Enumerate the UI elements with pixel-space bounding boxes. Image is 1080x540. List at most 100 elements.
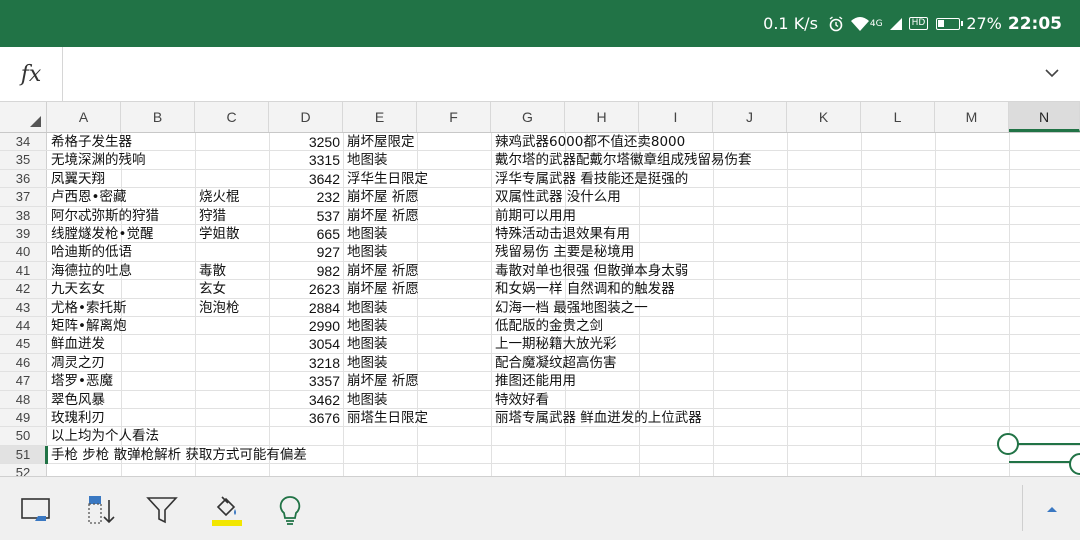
cell-d[interactable]: 3462 — [269, 391, 343, 408]
cell-d[interactable]: 982 — [269, 262, 343, 279]
column-header-m[interactable]: M — [935, 102, 1009, 132]
cell-c[interactable]: 狩猎 — [196, 207, 268, 224]
cell-g[interactable]: 浮华专属武器 看技能还是挺强的 — [492, 170, 932, 187]
column-header-g[interactable]: G — [491, 102, 565, 132]
cell-d[interactable]: 2990 — [269, 317, 343, 334]
cell-c[interactable] — [196, 391, 268, 408]
formula-input[interactable] — [70, 57, 1024, 93]
cell-g[interactable]: 特殊活动击退效果有用 — [492, 225, 932, 242]
cell-d[interactable]: 232 — [269, 188, 343, 205]
cell-c[interactable] — [196, 243, 268, 260]
row-header[interactable]: 36 — [0, 169, 47, 188]
cell-d[interactable]: 3218 — [269, 354, 343, 371]
column-header-k[interactable]: K — [787, 102, 861, 132]
cell-c[interactable]: 烧火棍 — [196, 188, 268, 205]
cell-d[interactable]: 3054 — [269, 335, 343, 352]
cell-g[interactable]: 上一期秘籍大放光彩 — [492, 335, 932, 352]
column-header-c[interactable]: C — [195, 102, 269, 132]
cell-e[interactable]: 地图装 — [344, 391, 490, 408]
cell-e[interactable]: 地图装 — [344, 243, 490, 260]
cell-d[interactable]: 665 — [269, 225, 343, 242]
cell-e[interactable]: 地图装 — [344, 317, 490, 334]
cell-c[interactable]: 学姐散 — [196, 225, 268, 242]
cell-e[interactable]: 地图装 — [344, 225, 490, 242]
cell-d[interactable]: 3315 — [269, 151, 343, 168]
column-header-l[interactable]: L — [861, 102, 935, 132]
cell-e[interactable]: 地图装 — [344, 299, 490, 316]
chevron-down-icon[interactable] — [1042, 63, 1062, 83]
row-header[interactable]: 38 — [0, 206, 47, 224]
cell-e[interactable]: 崩坏屋 祈愿 — [344, 372, 490, 389]
cell-g[interactable]: 配合魔凝纹超高伤害 — [492, 354, 932, 371]
cell-c[interactable] — [196, 372, 268, 389]
cell-g[interactable]: 双属性武器 没什么用 — [492, 188, 932, 205]
cell-d[interactable]: 2884 — [269, 299, 343, 316]
cell-g[interactable] — [492, 427, 932, 444]
cell-g[interactable] — [492, 464, 932, 476]
cell-c[interactable] — [196, 464, 268, 476]
row-header[interactable]: 43 — [0, 298, 47, 316]
column-header-d[interactable]: D — [269, 102, 343, 132]
cell-g[interactable]: 戴尔塔的武器配戴尔塔徽章组成残留易伤套 — [492, 151, 932, 168]
cell-g[interactable]: 特效好看 — [492, 391, 932, 408]
cell-d[interactable] — [269, 427, 343, 444]
fx-icon[interactable]: fx — [0, 47, 63, 101]
cell-c[interactable] — [196, 354, 268, 371]
column-header-a[interactable]: A — [47, 102, 121, 132]
cell-d[interactable]: 3250 — [269, 133, 343, 150]
cell-d[interactable]: 927 — [269, 243, 343, 260]
cell-g[interactable]: 推图还能用用 — [492, 372, 932, 389]
cell-c[interactable]: 毒散 — [196, 262, 268, 279]
cell-g[interactable]: 毒散对单也很强 但散弹本身太弱 — [492, 262, 932, 279]
cell-g[interactable]: 幻海一档 最强地图装之一 — [492, 299, 932, 316]
cell-g[interactable]: 辣鸡武器6000都不值还卖8000 — [492, 133, 932, 150]
cell-d[interactable] — [269, 464, 343, 476]
cell-c[interactable] — [196, 133, 268, 150]
cell-e[interactable]: 地图装 — [344, 354, 490, 371]
cell-g[interactable]: 丽塔专属武器 鲜血迸发的上位武器 — [492, 409, 932, 426]
cell-g[interactable]: 和女娲一样 自然调和的触发器 — [492, 280, 932, 297]
column-header-n[interactable]: N — [1009, 102, 1080, 132]
cell-c[interactable] — [196, 317, 268, 334]
cell-c[interactable]: 泡泡枪 — [196, 299, 268, 316]
keyboard-cell-icon[interactable] — [14, 491, 58, 529]
row-header[interactable]: 34 — [0, 133, 47, 151]
column-header-f[interactable]: F — [417, 102, 491, 132]
tell-me-lightbulb-icon[interactable] — [268, 491, 312, 529]
cell-e[interactable]: 丽塔生日限定 — [344, 409, 490, 426]
cell-c[interactable] — [196, 170, 268, 187]
cell-e[interactable]: 地图装 — [344, 151, 490, 168]
select-all-corner[interactable] — [0, 102, 47, 132]
cell-d[interactable]: 537 — [269, 207, 343, 224]
cell-e[interactable]: 崩坏屋 祈愿 — [344, 188, 490, 205]
cell-e[interactable] — [344, 446, 490, 463]
cell-g[interactable]: 前期可以用用 — [492, 207, 932, 224]
cell-c[interactable] — [196, 335, 268, 352]
cell-d[interactable]: 3357 — [269, 372, 343, 389]
cell-c[interactable]: 玄女 — [196, 280, 268, 297]
cell-c[interactable] — [196, 446, 268, 463]
column-header-e[interactable]: E — [343, 102, 417, 132]
cell-d[interactable]: 3676 — [269, 409, 343, 426]
cell-e[interactable] — [344, 427, 490, 444]
column-header-i[interactable]: I — [639, 102, 713, 132]
cell-e[interactable]: 崩坏屋 祈愿 — [344, 280, 490, 297]
cell-d[interactable] — [269, 446, 343, 463]
row-header[interactable]: 41 — [0, 261, 47, 280]
row-header[interactable]: 47 — [0, 372, 47, 390]
row-header[interactable]: 35 — [0, 151, 47, 169]
cell-c[interactable] — [196, 409, 268, 426]
row-header[interactable]: 46 — [0, 353, 47, 372]
cell-g[interactable] — [492, 446, 932, 463]
cell-g[interactable]: 残留易伤 主要是秘境用 — [492, 243, 932, 260]
cell-g[interactable]: 低配版的金贵之剑 — [492, 317, 932, 334]
caret-up-icon[interactable] — [1038, 499, 1066, 519]
cell-e[interactable]: 崩坏屋限定 — [344, 133, 490, 150]
fill-color-icon[interactable] — [204, 491, 248, 529]
row-header[interactable]: 50 — [0, 427, 47, 445]
row-header[interactable]: 51 — [0, 445, 47, 464]
row-header[interactable]: 37 — [0, 188, 47, 206]
selection-handle-start[interactable] — [997, 433, 1019, 455]
sort-icon[interactable] — [78, 491, 122, 529]
row-header[interactable]: 44 — [0, 317, 47, 335]
